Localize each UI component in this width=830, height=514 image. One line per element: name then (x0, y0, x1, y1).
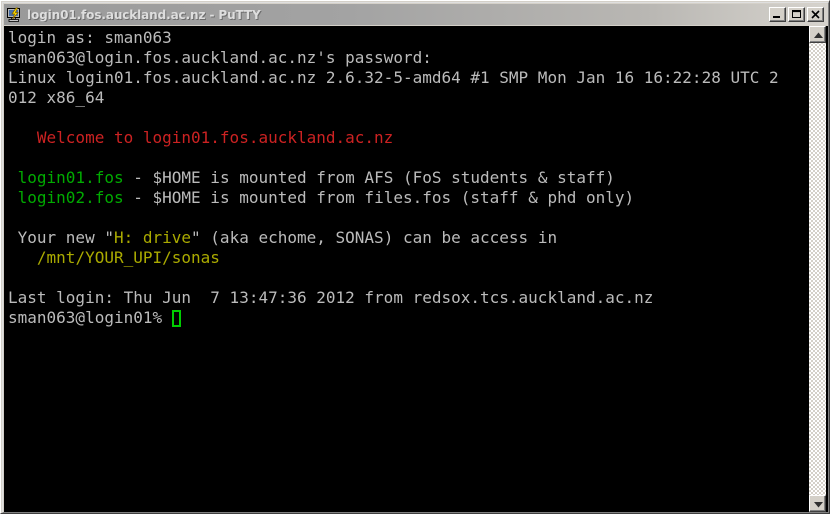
line-uname-2: 012 x86_64 (8, 88, 798, 108)
putty-window: login01.fos.auckland.ac.nz - PuTTY login… (0, 0, 830, 514)
terminal-scrollbar[interactable] (809, 26, 826, 512)
close-button[interactable] (807, 7, 824, 22)
line-blank-4 (8, 268, 798, 288)
terminal-text-span: login02.fos (17, 188, 124, 207)
terminal-text-span: - $HOME is mounted from files.fos (staff… (123, 188, 635, 207)
terminal-text-span (8, 168, 18, 187)
terminal-text-span (8, 188, 18, 207)
line-hdrive: Your new "H: drive" (aka echome, SONAS) … (8, 228, 798, 248)
line-hdrive-path: /mnt/YOUR_UPI/sonas (8, 248, 798, 268)
terminal-text-span: Your new " (8, 228, 114, 247)
terminal-screen[interactable]: login as: sman063 sman063@login.fos.auckl… (4, 26, 828, 512)
terminal-text-span: - $HOME is mounted from AFS (FoS student… (123, 168, 615, 187)
line-last-login: Last login: Thu Jun 7 13:47:36 2012 from… (8, 288, 798, 308)
terminal-cursor (171, 310, 181, 327)
terminal-text-span: 012 x86_64 (8, 88, 105, 107)
window-controls (769, 7, 824, 22)
terminal-output: login as: sman063 sman063@login.fos.auckl… (8, 28, 798, 328)
title-bar[interactable]: login01.fos.auckland.ac.nz - PuTTY (4, 4, 828, 25)
terminal-text-span: Welcome to login01.fos.auckland.ac.nz (8, 128, 394, 147)
scroll-down-arrow-icon[interactable] (809, 495, 826, 512)
line-login01: login01.fos - $HOME is mounted from AFS … (8, 168, 798, 188)
terminal-text-span: Last login: Thu Jun 7 13:47:36 2012 from… (8, 288, 654, 307)
terminal-text-span: /mnt/YOUR_UPI/sonas (36, 248, 220, 267)
line-password-prompt: sman063@login.fos.auckland.ac.nz's passw… (8, 48, 798, 68)
line-blank-1 (8, 108, 798, 128)
line-prompt: sman063@login01% (8, 308, 798, 328)
terminal-text-span: " (aka echome, SONAS) can be access in (191, 228, 558, 247)
scrollbar-trough[interactable] (809, 43, 826, 495)
terminal-text-span: sman063@login.fos.auckland.ac.nz's passw… (8, 48, 432, 67)
terminal-text-span: Linux login01.fos.auckland.ac.nz 2.6.32-… (8, 68, 779, 87)
scroll-up-arrow-icon[interactable] (809, 26, 826, 43)
line-login-as: login as: sman063 (8, 28, 798, 48)
terminal-text-span (8, 248, 37, 267)
line-blank-3 (8, 208, 798, 228)
line-login02: login02.fos - $HOME is mounted from file… (8, 188, 798, 208)
line-uname-1: Linux login01.fos.auckland.ac.nz 2.6.32-… (8, 68, 798, 88)
terminal-text-span: login as: sman063 (8, 28, 172, 47)
maximize-button[interactable] (788, 7, 805, 22)
putty-computer-icon (7, 7, 20, 22)
window-title: login01.fos.auckland.ac.nz - PuTTY (27, 7, 261, 22)
terminal-text-span: sman063@login01% (8, 308, 172, 327)
line-blank-2 (8, 148, 798, 168)
minimize-button[interactable] (769, 7, 786, 22)
terminal-text-span: H: drive (113, 228, 192, 247)
line-welcome: Welcome to login01.fos.auckland.ac.nz (8, 128, 798, 148)
terminal-text-span: login01.fos (17, 168, 124, 187)
